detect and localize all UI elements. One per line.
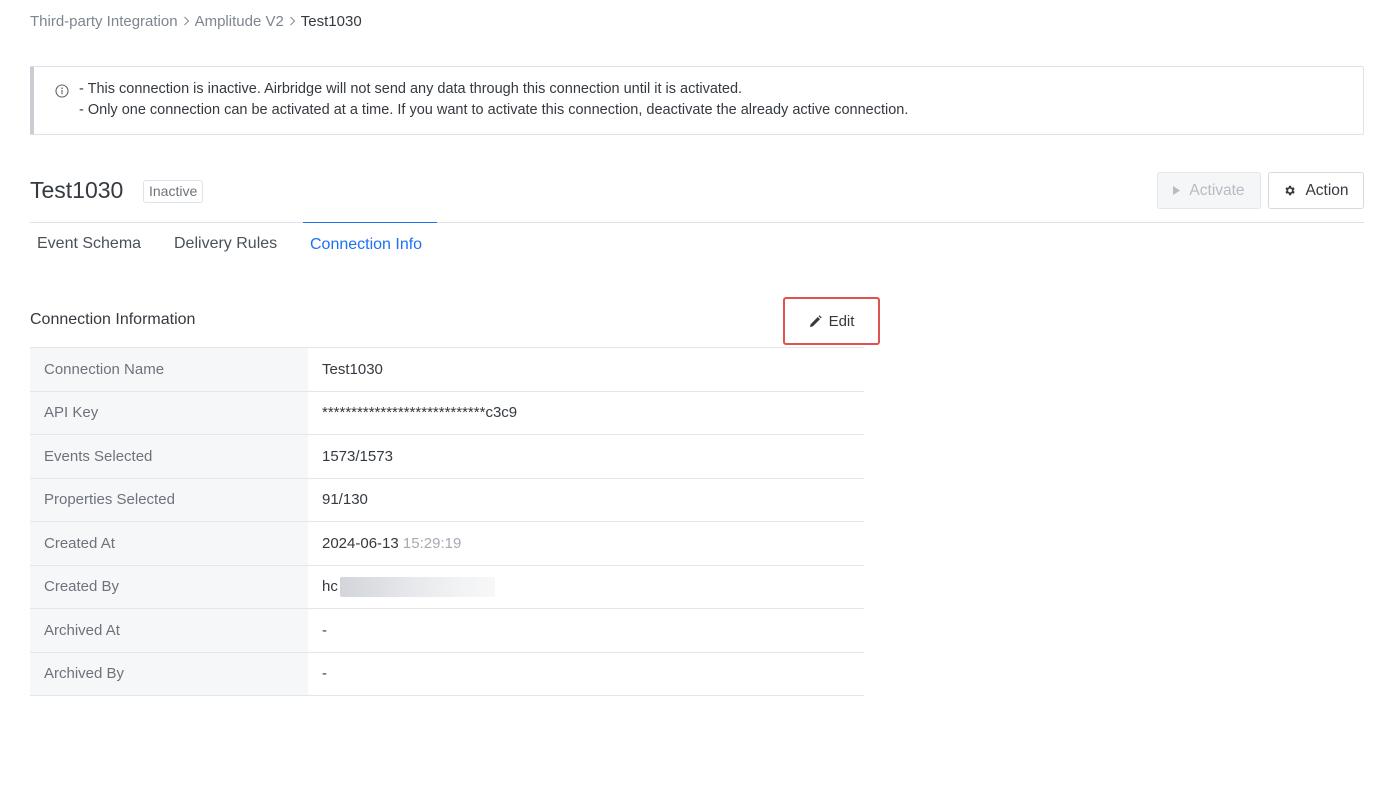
row-label: Events Selected: [30, 434, 308, 478]
tab-event-schema[interactable]: Event Schema: [37, 222, 141, 266]
activate-button-label: Activate: [1189, 181, 1245, 199]
info-icon: [55, 84, 69, 98]
action-button-label: Action: [1305, 181, 1349, 199]
table-row: Archived At -: [30, 608, 864, 652]
row-value: -: [308, 651, 864, 696]
breadcrumb-current: Test1030: [300, 12, 362, 30]
row-label: API Key: [30, 390, 308, 435]
notice-line-1: - This connection is inactive. Airbridge…: [79, 81, 743, 97]
table-row: Connection Name Test1030: [30, 347, 864, 391]
table-row: Events Selected 1573/1573: [30, 434, 864, 478]
row-label: Archived By: [30, 651, 308, 696]
table-row: Created By hc: [30, 564, 864, 609]
row-label: Archived At: [30, 608, 308, 652]
table-row: Created At 2024-06-13 15:29:19: [30, 521, 864, 565]
tab-delivery-rules[interactable]: Delivery Rules: [174, 222, 277, 266]
chevron-right-icon: [289, 16, 296, 26]
table-row: Archived By -: [30, 651, 864, 696]
pencil-icon: [809, 314, 822, 328]
breadcrumb: Third-party Integration Amplitude V2 Tes…: [30, 11, 362, 31]
row-value: Test1030: [308, 347, 864, 391]
chevron-right-icon: [183, 16, 190, 26]
table-row: API Key ****************************c3c9: [30, 390, 864, 435]
notice-line-2: - Only one connection can be activated a…: [79, 102, 909, 118]
breadcrumb-third-party-integration[interactable]: Third-party Integration: [30, 13, 178, 30]
connection-info-table: Connection Name Test1030 API Key *******…: [30, 347, 864, 696]
created-time: 15:29:19: [402, 534, 462, 552]
edit-button[interactable]: Edit: [783, 297, 880, 345]
activate-button[interactable]: Activate: [1157, 172, 1261, 209]
status-badge: Inactive: [143, 180, 204, 203]
play-icon: [1173, 186, 1181, 195]
row-value: 1573/1573: [308, 434, 864, 478]
row-label: Connection Name: [30, 347, 308, 391]
created-by-text: hc: [322, 578, 338, 596]
row-value: ****************************c3c9: [308, 390, 864, 435]
created-date: 2024-06-13: [322, 534, 399, 552]
inactive-notice: - This connection is inactive. Airbridge…: [30, 66, 1364, 135]
action-button[interactable]: Action: [1268, 172, 1364, 209]
page-title: Test1030: [30, 177, 124, 203]
row-value: -: [308, 608, 864, 652]
redacted-blur: [339, 576, 495, 597]
row-value: 2024-06-13 15:29:19: [308, 521, 864, 565]
section-title: Connection Information: [30, 311, 196, 328]
row-label: Created By: [30, 564, 308, 609]
table-row: Properties Selected 91/130: [30, 477, 864, 522]
row-value: hc: [308, 564, 864, 609]
edit-button-label: Edit: [828, 312, 855, 330]
row-label: Properties Selected: [30, 477, 308, 522]
breadcrumb-amplitude-v2[interactable]: Amplitude V2: [195, 13, 284, 30]
gear-icon: [1283, 184, 1296, 197]
row-value: 91/130: [308, 477, 864, 522]
tab-connection-info[interactable]: Connection Info: [303, 222, 437, 266]
row-label: Created At: [30, 521, 308, 565]
